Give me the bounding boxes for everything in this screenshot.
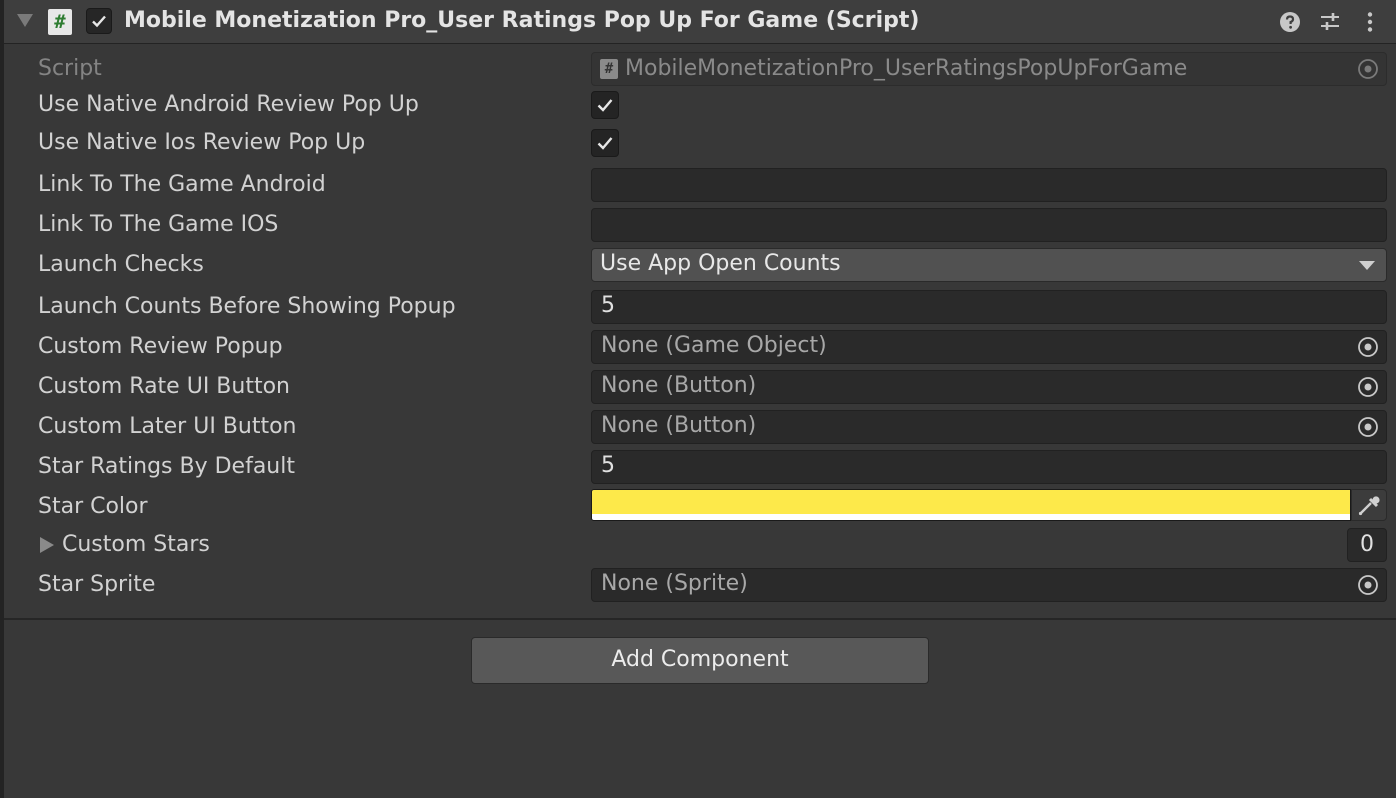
link-android-label: Link To The Game Android (38, 172, 326, 197)
script-field-value: MobileMonetizationPro_UserRatingsPopUpFo… (625, 56, 1188, 81)
link-ios-label: Link To The Game IOS (38, 212, 279, 237)
kebab-menu-icon[interactable] (1358, 10, 1382, 34)
custom-rate-button-value: None (Button) (601, 373, 757, 398)
section-divider (4, 618, 1396, 620)
object-picker-icon[interactable] (1350, 411, 1386, 443)
presets-sliders-icon[interactable] (1318, 10, 1342, 34)
custom-stars-label[interactable]: Custom Stars (62, 532, 210, 557)
custom-rate-button-field[interactable]: None (Button) (591, 370, 1387, 404)
eyedropper-button[interactable] (1351, 489, 1387, 521)
help-icon[interactable] (1278, 10, 1302, 34)
custom-review-popup-value: None (Game Object) (601, 333, 827, 358)
foldout-arrow-icon[interactable] (17, 14, 33, 27)
launch-counts-value: 5 (601, 293, 615, 318)
launch-checks-dropdown[interactable]: Use App Open Counts (591, 248, 1387, 282)
link-android-input[interactable] (591, 168, 1387, 202)
star-color-swatch (592, 490, 1350, 514)
object-picker-icon[interactable] (1350, 569, 1386, 601)
star-sprite-value: None (Sprite) (601, 571, 748, 596)
add-component-button[interactable]: Add Component (471, 637, 929, 684)
launch-counts-label: Launch Counts Before Showing Popup (38, 294, 456, 319)
native-android-label: Use Native Android Review Pop Up (38, 92, 419, 117)
star-sprite-field[interactable]: None (Sprite) (591, 568, 1387, 602)
check-icon (92, 15, 106, 28)
dropdown-arrow-icon (1359, 261, 1375, 270)
inspector-left-edge (0, 0, 4, 798)
native-ios-label: Use Native Ios Review Pop Up (38, 130, 366, 155)
native-ios-checkbox[interactable] (591, 129, 619, 157)
star-ratings-default-label: Star Ratings By Default (38, 454, 295, 479)
script-file-icon: # (600, 59, 618, 79)
object-picker-icon[interactable] (1350, 371, 1386, 403)
star-color-alpha-bar (592, 514, 1350, 520)
script-field: # MobileMonetizationPro_UserRatingsPopUp… (591, 52, 1387, 86)
native-android-checkbox[interactable] (591, 91, 619, 119)
custom-later-button-field[interactable]: None (Button) (591, 410, 1387, 444)
star-color-label: Star Color (38, 494, 148, 519)
star-sprite-label: Star Sprite (38, 572, 156, 597)
check-icon (597, 137, 613, 150)
star-color-field[interactable] (591, 489, 1351, 521)
script-icon: # (48, 9, 72, 35)
custom-review-popup-field[interactable]: None (Game Object) (591, 330, 1387, 364)
launch-checks-value: Use App Open Counts (600, 251, 841, 276)
custom-stars-foldout-icon[interactable] (40, 537, 54, 553)
custom-review-popup-label: Custom Review Popup (38, 334, 283, 359)
object-picker-icon (1358, 59, 1378, 79)
eyedropper-icon (1358, 496, 1380, 516)
object-picker-icon[interactable] (1350, 331, 1386, 363)
link-ios-input[interactable] (591, 208, 1387, 242)
custom-stars-size-input[interactable]: 0 (1347, 528, 1387, 562)
star-ratings-default-input[interactable]: 5 (591, 450, 1387, 484)
component-title: Mobile Monetization Pro_User Ratings Pop… (124, 8, 920, 33)
script-label: Script (38, 56, 102, 81)
star-ratings-default-value: 5 (601, 453, 615, 478)
custom-rate-button-label: Custom Rate UI Button (38, 374, 290, 399)
launch-counts-input[interactable]: 5 (591, 290, 1387, 324)
custom-later-button-label: Custom Later UI Button (38, 414, 297, 439)
component-header[interactable]: # Mobile Monetization Pro_User Ratings P… (4, 0, 1396, 44)
check-icon (597, 99, 613, 112)
component-enabled-checkbox[interactable] (86, 8, 112, 34)
launch-checks-label: Launch Checks (38, 252, 204, 277)
custom-later-button-value: None (Button) (601, 413, 757, 438)
